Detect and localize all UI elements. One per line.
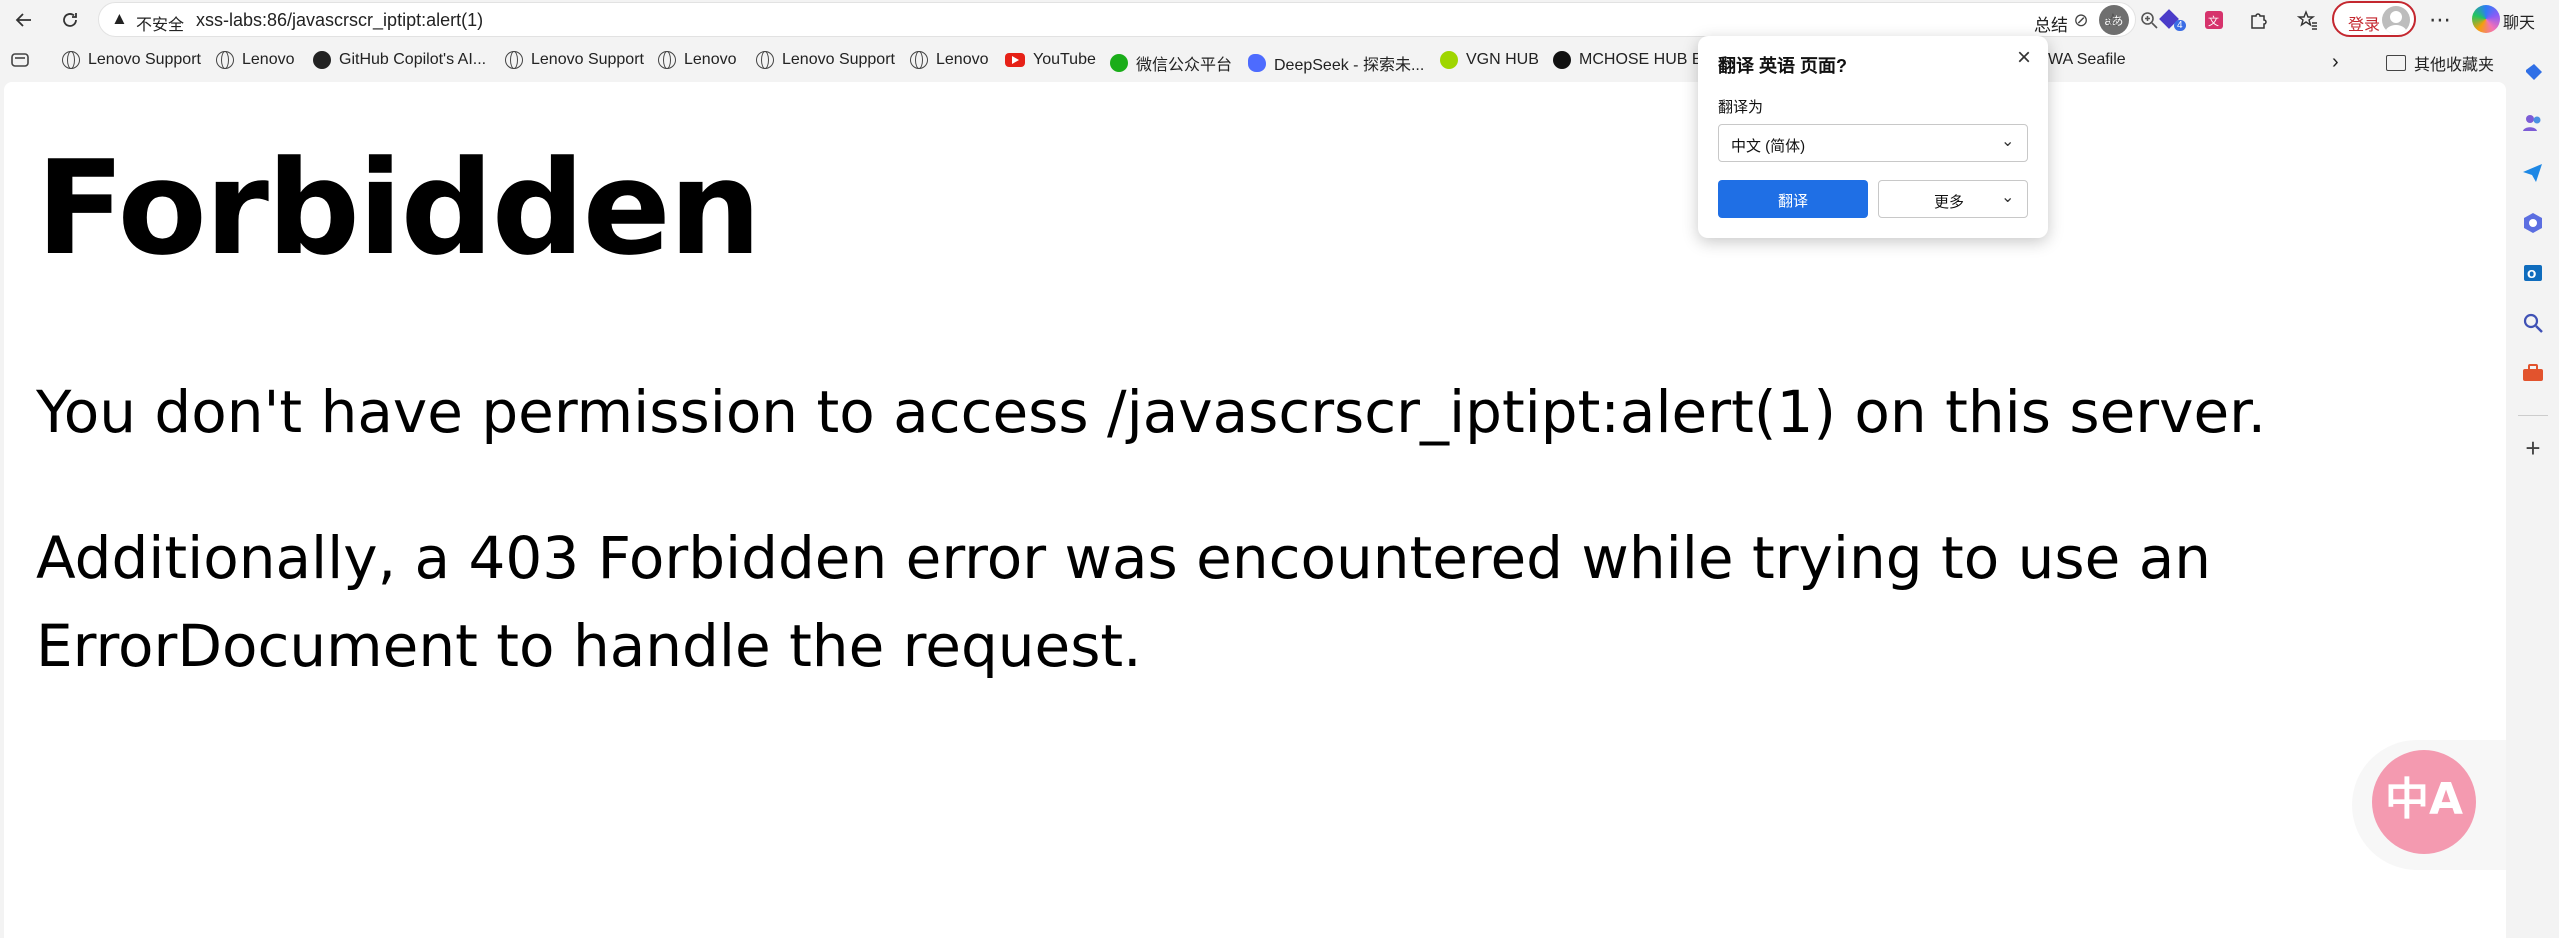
globe-icon [658,51,676,69]
wechat-icon [1110,54,1128,72]
translate-button[interactable]: 翻译 [1718,180,1868,218]
bookmark-vgn-hub[interactable]: VGN HUB [1440,51,1539,69]
avatar [2382,6,2410,34]
bookmark-label: WA Seafile [2048,51,2126,68]
permission-message: You don't have permission to access /jav… [36,378,2267,446]
bookmark-label: Lenovo [684,51,737,68]
puzzle-extensions-icon[interactable] [2238,0,2278,40]
favorite-star-icon[interactable]: ☆ [2098,5,2128,35]
youtube-icon [1005,53,1025,67]
github-icon [313,51,331,69]
login-label: 登录 [2348,17,2381,34]
refresh-icon[interactable] [50,0,90,40]
add-icon[interactable]: + [2520,435,2546,461]
bookmark-label: VGN HUB [1466,51,1539,68]
insecure-label[interactable]: 不安全 [136,11,184,35]
chat-button[interactable]: 聊天 [2503,9,2535,33]
bookmark-lenovo-support-2[interactable]: Lenovo Support [505,51,644,69]
other-bookmarks-label: 其他收藏夹 [2414,57,2495,74]
bookmarks-bar: Lenovo Support Lenovo GitHub Copilot's A… [0,43,2559,79]
bookmark-label: DeepSeek - 探索未... [1274,57,1425,74]
warning-icon[interactable]: ▲ [111,9,128,29]
summarize-button[interactable]: 总结 [2034,11,2068,36]
globe-icon [910,51,928,69]
other-bookmarks-folder[interactable]: 其他收藏夹 [2386,51,2494,75]
favorites-icon[interactable] [2288,0,2328,40]
globe-icon [216,51,234,69]
people-icon[interactable] [2520,110,2546,136]
translate-glyph-icon: 中A [2384,774,2464,825]
send-icon[interactable] [2520,160,2546,186]
copilot-icon[interactable] [2472,5,2500,33]
more-button[interactable]: 更多 ⌄ [1878,180,2028,218]
bookmark-wa-seafile[interactable]: WA Seafile [2048,51,2126,69]
toolbox-icon[interactable] [2520,360,2546,386]
bookmark-lenovo-support-1[interactable]: Lenovo Support [62,51,201,69]
svg-text:O: O [2527,268,2536,281]
bookmark-label: 微信公众平台 [1136,57,1233,74]
translate-to-label: 翻译为 [1718,99,1764,116]
close-icon[interactable]: × [2010,44,2038,72]
address-bar[interactable]: ▲ 不安全 xss-labs:86/javascrscr_iptipt:aler… [98,2,2158,37]
sidebar-divider [2518,415,2548,416]
chevron-down-icon: ⌄ [2001,133,2015,150]
page-title: Forbidden [36,132,761,284]
globe-icon [505,51,523,69]
tag-icon[interactable] [2520,60,2546,86]
back-arrow-icon[interactable] [4,0,44,40]
chevron-right-icon[interactable]: › [2332,51,2339,74]
translate-button-label: 翻译 [1777,193,1808,210]
login-button[interactable]: 登录 [2332,1,2416,37]
bookmark-label: MCHOSE HUB Bet [1579,51,1716,68]
bookmark-lenovo-support-3[interactable]: Lenovo Support [756,51,895,69]
error-document-message: Additionally, a 403 Forbidden error was … [36,524,2212,680]
page-content: Forbidden You don't have permission to a… [4,82,2506,938]
popup-title: 翻译 英语 页面? [1718,56,1847,76]
bookmark-wechat[interactable]: 微信公众平台 [1110,51,1232,75]
extension-badge: 4 [2174,20,2186,31]
deepseek-icon [1248,54,1266,72]
floating-translate-dock: 中A [2352,740,2506,870]
more-options-icon[interactable]: ⋯ [2420,0,2460,40]
bookmark-deepseek[interactable]: DeepSeek - 探索未... [1248,51,1424,75]
translate-extension-icon[interactable]: 文 [2194,0,2234,40]
vgn-icon [1440,51,1458,69]
bookmark-label: Lenovo Support [782,51,895,68]
browser-toolbar: ▲ 不安全 xss-labs:86/javascrscr_iptipt:aler… [0,0,2559,40]
tab-actions-icon[interactable] [10,51,30,69]
bookmark-lenovo-2[interactable]: Lenovo [658,51,737,69]
bookmark-label: GitHub Copilot's AI... [339,51,487,68]
edge-sidebar: O + [2506,43,2559,938]
floating-translate-button[interactable]: 中A [2372,750,2476,854]
globe-icon [62,51,80,69]
bookmark-label: Lenovo Support [88,51,201,68]
language-select[interactable]: 中文 (简体) ⌄ [1718,124,2028,162]
search-icon[interactable] [2520,310,2546,336]
bookmark-label: YouTube [1033,51,1096,68]
translate-popup: 翻译 英语 页面? × 翻译为 中文 (简体) ⌄ 翻译 更多 ⌄ [1698,36,2048,238]
bookmark-lenovo-1[interactable]: Lenovo [216,51,295,69]
globe-icon [756,51,774,69]
bookmark-github-copilot[interactable]: GitHub Copilot's AI... [313,51,486,69]
bookmark-lenovo-3[interactable]: Lenovo [910,51,989,69]
mchose-icon [1553,51,1571,69]
chevron-down-icon: ⌄ [2001,189,2015,206]
copilot-sidebar-icon[interactable] [2520,210,2546,236]
bookmark-label: Lenovo Support [531,51,644,68]
language-select-value: 中文 (简体) [1731,138,1806,155]
svg-text:文: 文 [2208,14,2219,28]
bookmark-label: Lenovo [242,51,295,68]
folder-icon [2386,55,2406,71]
outlook-icon[interactable]: O [2520,260,2546,286]
more-button-label: 更多 [1934,194,1965,211]
reading-mode-icon[interactable]: ⊘ [2066,5,2096,35]
bookmark-label: Lenovo [936,51,989,68]
bookmark-mchose-hub[interactable]: MCHOSE HUB Bet [1553,51,1716,69]
url-text[interactable]: xss-labs:86/javascrscr_iptipt:alert(1) [196,10,483,31]
extension-icon[interactable]: 4 [2150,0,2190,40]
bookmark-youtube[interactable]: YouTube [1005,51,1096,69]
